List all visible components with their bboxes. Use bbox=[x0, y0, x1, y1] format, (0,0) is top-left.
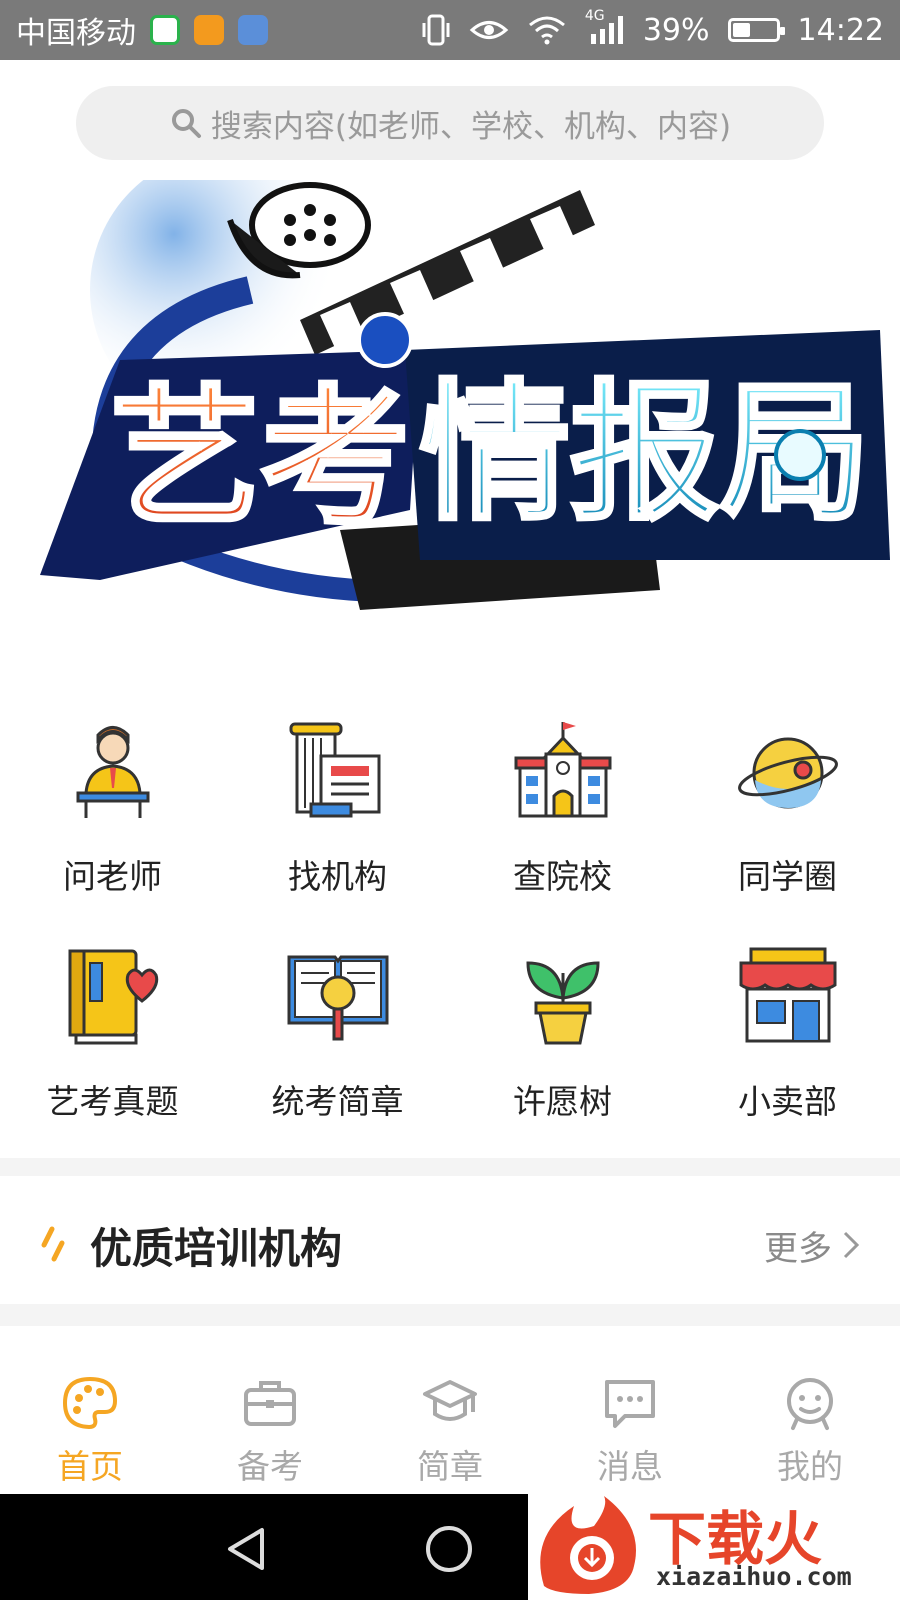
tab-label: 备考 bbox=[237, 1447, 303, 1486]
grid-label: 统考简章 bbox=[271, 1082, 404, 1121]
chevron-right-icon bbox=[843, 1231, 860, 1259]
grid-item-real-exams[interactable]: 艺考真题 bbox=[0, 943, 225, 1168]
message-icon bbox=[605, 1380, 655, 1428]
grid-label: 艺考真题 bbox=[46, 1082, 179, 1121]
teacher-icon bbox=[76, 726, 149, 818]
tab-prepare[interactable]: 备考 bbox=[180, 1330, 360, 1494]
book-heart-icon bbox=[68, 949, 158, 1045]
section-header: 优质培训机构 更多 bbox=[0, 1190, 900, 1300]
grid-label: 问老师 bbox=[63, 857, 162, 896]
feature-grid: 问老师 找机构 查院校 同学圈 艺考真题 统考简章 许愿树 小卖部 bbox=[0, 718, 900, 1168]
banner-text-yikao: 艺考 bbox=[110, 372, 410, 546]
watermark: 下载火 xiazaihuo.com bbox=[528, 1492, 900, 1600]
battery-percent: 39% bbox=[642, 12, 710, 48]
section-title: 优质培训机构 bbox=[90, 1223, 343, 1273]
school-icon bbox=[514, 722, 611, 818]
grid-item-search-school[interactable]: 查院校 bbox=[450, 718, 675, 943]
grid-item-find-institution[interactable]: 找机构 bbox=[225, 718, 450, 943]
palette-icon bbox=[62, 1376, 118, 1430]
tab-brochure[interactable]: 简章 bbox=[360, 1330, 540, 1494]
plant-icon bbox=[525, 961, 600, 1045]
face-icon bbox=[787, 1378, 833, 1430]
tab-label: 消息 bbox=[597, 1447, 663, 1486]
tab-messages[interactable]: 消息 bbox=[540, 1330, 720, 1494]
grid-item-exam-guide[interactable]: 统考简章 bbox=[225, 943, 450, 1168]
section-divider-bottom bbox=[0, 1304, 900, 1326]
grid-label: 同学圈 bbox=[738, 857, 837, 896]
grid-label: 小卖部 bbox=[738, 1082, 837, 1121]
tab-label: 简章 bbox=[417, 1447, 483, 1486]
app-icon-green bbox=[150, 15, 180, 45]
bottom-tab-bar: 首页 备考 简章 消息 我的 bbox=[0, 1330, 900, 1494]
section-divider bbox=[0, 1158, 900, 1176]
briefcase-icon bbox=[244, 1381, 296, 1426]
back-icon[interactable] bbox=[224, 1526, 270, 1572]
search-placeholder: 搜索内容(如老师、学校、机构、内容) bbox=[210, 108, 732, 145]
shop-icon bbox=[739, 947, 836, 1043]
status-bar: 中国移动 4G 39% 14:22 bbox=[0, 0, 900, 60]
clock: 14:22 bbox=[797, 12, 884, 48]
watermark-url: xiazaihuo.com bbox=[656, 1562, 852, 1591]
battery-icon bbox=[727, 18, 785, 42]
banner[interactable]: 艺考 情报局 bbox=[0, 150, 900, 640]
grid-label: 许愿树 bbox=[513, 1082, 612, 1121]
signal-icon: 4G bbox=[585, 8, 625, 46]
grid-item-classmates[interactable]: 同学圈 bbox=[675, 718, 900, 943]
institution-icon bbox=[289, 722, 380, 818]
tab-label: 我的 bbox=[777, 1447, 843, 1486]
lightning-mark-icon bbox=[41, 1226, 65, 1262]
more-label: 更多 bbox=[764, 1228, 832, 1269]
battery-fill bbox=[732, 23, 750, 37]
search-bar[interactable]: 搜索内容(如老师、学校、机构、内容) bbox=[76, 86, 824, 160]
flame-logo-icon bbox=[540, 1496, 636, 1594]
planet-icon bbox=[737, 737, 838, 809]
app-icon-blue bbox=[238, 15, 268, 45]
app-icon-orange bbox=[194, 15, 224, 45]
graduation-cap-icon bbox=[423, 1380, 477, 1421]
search-icon bbox=[171, 109, 201, 138]
vibrate-icon bbox=[422, 14, 450, 46]
grid-item-ask-teacher[interactable]: 问老师 bbox=[0, 718, 225, 943]
book-magnifier-icon bbox=[287, 955, 388, 1041]
eye-icon bbox=[469, 21, 509, 39]
grid-item-shop[interactable]: 小卖部 bbox=[675, 943, 900, 1168]
tab-label: 首页 bbox=[57, 1447, 123, 1486]
grid-item-wishing-tree[interactable]: 许愿树 bbox=[450, 943, 675, 1168]
home-circle-icon[interactable] bbox=[424, 1524, 474, 1574]
carrier-label: 中国移动 bbox=[16, 16, 136, 51]
tab-home[interactable]: 首页 bbox=[0, 1330, 180, 1494]
grid-label: 找机构 bbox=[288, 857, 387, 896]
tab-profile[interactable]: 我的 bbox=[720, 1330, 900, 1494]
more-link[interactable]: 更多 bbox=[764, 1221, 860, 1270]
grid-label: 查院校 bbox=[513, 857, 612, 896]
wifi-icon bbox=[528, 16, 565, 45]
banner-logo-image: 艺考 情报局 bbox=[40, 150, 890, 610]
